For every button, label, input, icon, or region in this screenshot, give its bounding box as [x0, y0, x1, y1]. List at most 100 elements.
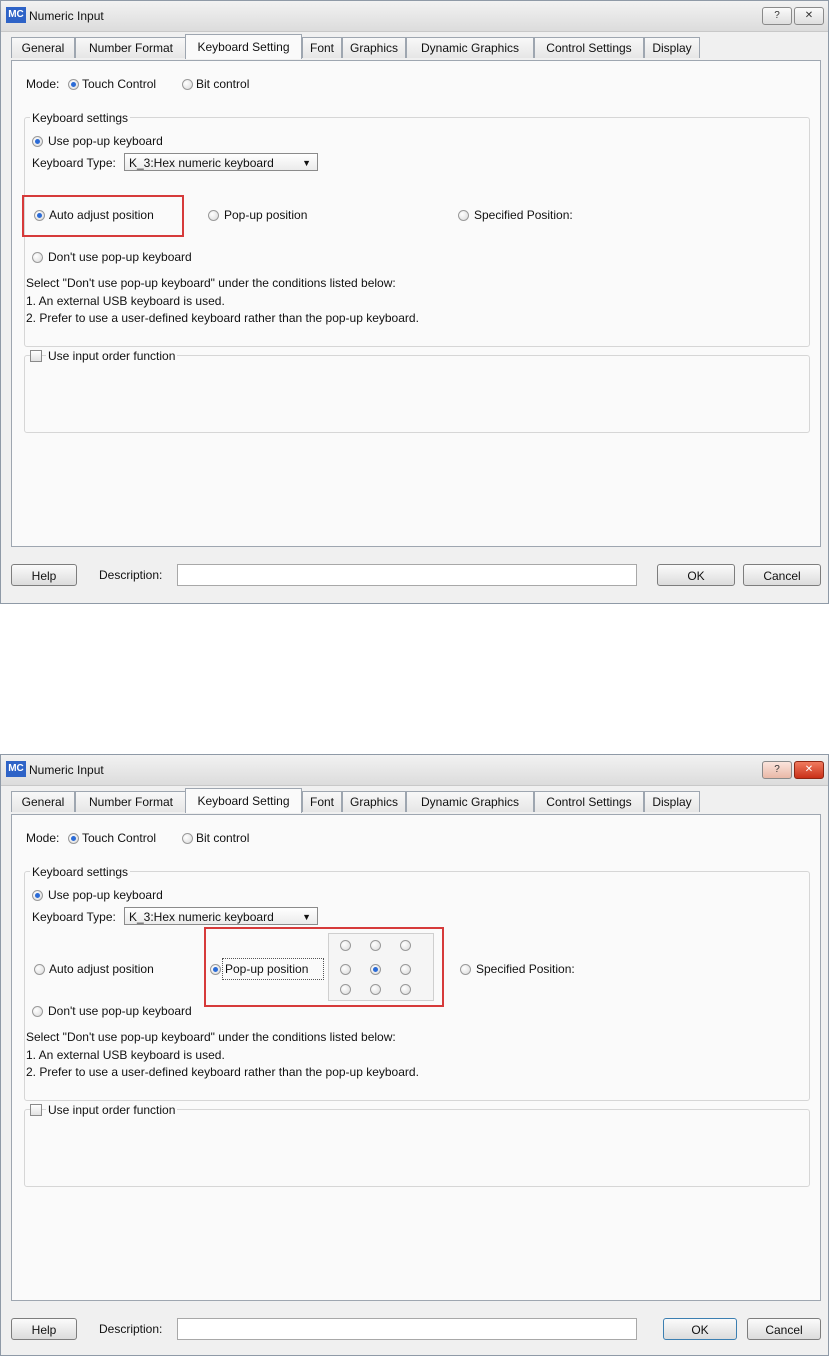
popup-position-label[interactable]: Pop-up position	[224, 208, 307, 222]
tab-number-format[interactable]: Number Format	[75, 37, 187, 58]
title-bar: MC Numeric Input ? ✕	[1, 1, 828, 32]
description-input[interactable]	[177, 1318, 637, 1340]
note-line-1: Select "Don't use pop-up keyboard" under…	[26, 1030, 396, 1044]
input-order-group	[24, 1109, 810, 1187]
title-bar: MC Numeric Input ? ✕	[1, 755, 828, 786]
popup-position-radio[interactable]	[208, 210, 219, 221]
numeric-input-dialog-2: MC Numeric Input ? ✕ General Number Form…	[0, 754, 829, 1356]
specified-position-label[interactable]: Specified Position:	[476, 962, 575, 976]
tab-display[interactable]: Display	[644, 791, 700, 812]
grid-bottom-center-radio[interactable]	[370, 984, 381, 995]
mode-label: Mode:	[26, 831, 60, 845]
mode-touch-label[interactable]: Touch Control	[82, 831, 156, 845]
input-order-label[interactable]: Use input order function	[46, 349, 178, 363]
auto-adjust-label[interactable]: Auto adjust position	[49, 962, 154, 976]
close-icon[interactable]: ✕	[794, 7, 824, 25]
tab-keyboard-setting[interactable]: Keyboard Setting	[185, 788, 302, 813]
input-order-group	[24, 355, 810, 433]
note-line-3: 2. Prefer to use a user-defined keyboard…	[26, 311, 419, 325]
help-button[interactable]: Help	[11, 564, 77, 586]
input-order-label[interactable]: Use input order function	[46, 1103, 178, 1117]
tab-control-settings[interactable]: Control Settings	[534, 37, 644, 58]
dont-use-popup-radio[interactable]	[32, 252, 43, 263]
tab-keyboard-setting[interactable]: Keyboard Setting	[185, 34, 302, 59]
keyboard-type-value: K_3:Hex numeric keyboard	[129, 156, 274, 170]
tab-graphics[interactable]: Graphics	[342, 791, 406, 812]
keyboard-setting-panel: Mode: Touch Control Bit control Keyboard…	[11, 60, 821, 547]
tab-number-format[interactable]: Number Format	[75, 791, 187, 812]
tab-font[interactable]: Font	[302, 791, 342, 812]
app-icon: MC	[6, 7, 26, 23]
grid-center-radio[interactable]	[370, 964, 381, 975]
mode-touch-radio[interactable]	[68, 833, 79, 844]
use-popup-radio[interactable]	[32, 890, 43, 901]
chevron-down-icon: ▼	[302, 912, 311, 922]
popup-position-label[interactable]: Pop-up position	[225, 962, 308, 976]
grid-middle-right-radio[interactable]	[400, 964, 411, 975]
keyboard-type-label: Keyboard Type:	[32, 910, 116, 924]
mode-touch-label[interactable]: Touch Control	[82, 77, 156, 91]
window-title: Numeric Input	[29, 763, 104, 777]
grid-top-right-radio[interactable]	[400, 940, 411, 951]
window-title: Numeric Input	[29, 9, 104, 23]
keyboard-settings-label: Keyboard settings	[30, 111, 131, 125]
grid-bottom-left-radio[interactable]	[340, 984, 351, 995]
use-popup-radio[interactable]	[32, 136, 43, 147]
input-order-checkbox[interactable]	[30, 350, 42, 362]
app-icon: MC	[6, 761, 26, 777]
tab-dynamic-graphics[interactable]: Dynamic Graphics	[406, 37, 534, 58]
use-popup-label[interactable]: Use pop-up keyboard	[48, 134, 163, 148]
help-title-button[interactable]: ?	[762, 7, 792, 25]
dont-use-popup-label[interactable]: Don't use pop-up keyboard	[48, 1004, 192, 1018]
keyboard-type-value: K_3:Hex numeric keyboard	[129, 910, 274, 924]
grid-middle-left-radio[interactable]	[340, 964, 351, 975]
auto-adjust-radio[interactable]	[34, 964, 45, 975]
tab-control-settings[interactable]: Control Settings	[534, 791, 644, 812]
mode-bit-label[interactable]: Bit control	[196, 77, 249, 91]
grid-top-left-radio[interactable]	[340, 940, 351, 951]
help-title-button[interactable]: ?	[762, 761, 792, 779]
tab-font[interactable]: Font	[302, 37, 342, 58]
tab-graphics[interactable]: Graphics	[342, 37, 406, 58]
popup-position-radio[interactable]	[210, 964, 221, 975]
ok-button[interactable]: OK	[657, 564, 735, 586]
mode-bit-radio[interactable]	[182, 833, 193, 844]
tab-display[interactable]: Display	[644, 37, 700, 58]
tab-general[interactable]: General	[11, 37, 75, 58]
auto-adjust-radio[interactable]	[34, 210, 45, 221]
dont-use-popup-radio[interactable]	[32, 1006, 43, 1017]
note-line-3: 2. Prefer to use a user-defined keyboard…	[26, 1065, 419, 1079]
cancel-button[interactable]: Cancel	[747, 1318, 821, 1340]
tab-general[interactable]: General	[11, 791, 75, 812]
keyboard-settings-label: Keyboard settings	[30, 865, 131, 879]
help-button[interactable]: Help	[11, 1318, 77, 1340]
chevron-down-icon: ▼	[302, 158, 311, 168]
mode-touch-radio[interactable]	[68, 79, 79, 90]
mode-label: Mode:	[26, 77, 60, 91]
description-input[interactable]	[177, 564, 637, 586]
note-line-1: Select "Don't use pop-up keyboard" under…	[26, 276, 396, 290]
tab-dynamic-graphics[interactable]: Dynamic Graphics	[406, 791, 534, 812]
keyboard-type-select[interactable]: K_3:Hex numeric keyboard ▼	[124, 907, 318, 925]
mode-bit-radio[interactable]	[182, 79, 193, 90]
ok-button[interactable]: OK	[663, 1318, 737, 1340]
keyboard-type-label: Keyboard Type:	[32, 156, 116, 170]
numeric-input-dialog-1: MC Numeric Input ? ✕ General Number Form…	[0, 0, 829, 604]
close-icon[interactable]: ✕	[794, 761, 824, 779]
grid-bottom-right-radio[interactable]	[400, 984, 411, 995]
mode-bit-label[interactable]: Bit control	[196, 831, 249, 845]
cancel-button[interactable]: Cancel	[743, 564, 821, 586]
specified-position-label[interactable]: Specified Position:	[474, 208, 573, 222]
specified-position-radio[interactable]	[458, 210, 469, 221]
auto-adjust-label[interactable]: Auto adjust position	[49, 208, 154, 222]
specified-position-radio[interactable]	[460, 964, 471, 975]
keyboard-setting-panel: Mode: Touch Control Bit control Keyboard…	[11, 814, 821, 1301]
dont-use-popup-label[interactable]: Don't use pop-up keyboard	[48, 250, 192, 264]
grid-top-center-radio[interactable]	[370, 940, 381, 951]
description-label: Description:	[99, 1322, 163, 1336]
keyboard-type-select[interactable]: K_3:Hex numeric keyboard ▼	[124, 153, 318, 171]
note-line-2: 1. An external USB keyboard is used.	[26, 294, 225, 308]
input-order-checkbox[interactable]	[30, 1104, 42, 1116]
use-popup-label[interactable]: Use pop-up keyboard	[48, 888, 163, 902]
note-line-2: 1. An external USB keyboard is used.	[26, 1048, 225, 1062]
